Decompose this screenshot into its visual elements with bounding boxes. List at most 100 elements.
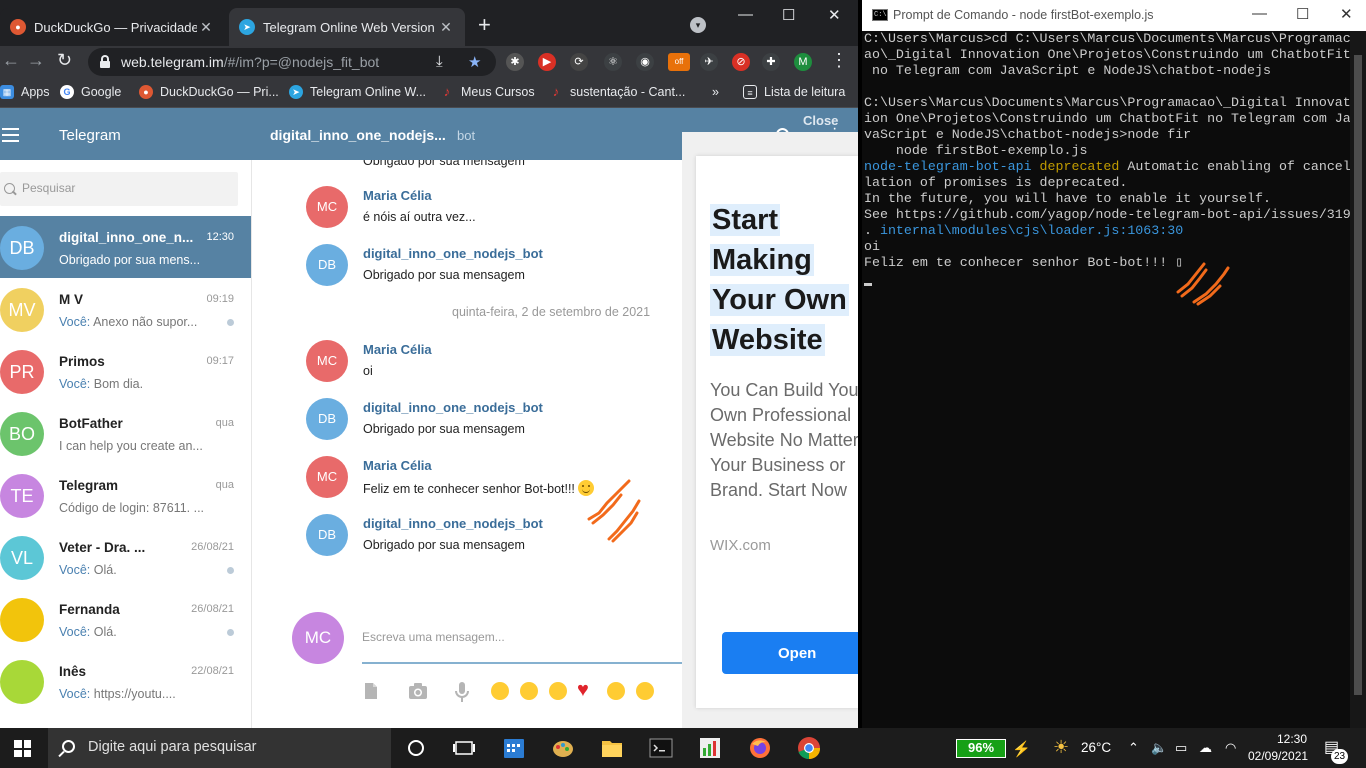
back-icon[interactable]: ← xyxy=(2,50,20,71)
message-author[interactable]: Maria Célia xyxy=(363,188,432,203)
minimize-icon[interactable]: — xyxy=(738,6,753,23)
scrollbar[interactable] xyxy=(1350,31,1366,728)
scrollbar-thumb[interactable] xyxy=(1354,55,1362,695)
lock-icon[interactable] xyxy=(100,55,110,68)
avatar[interactable]: MC xyxy=(306,456,348,498)
hamburger-menu-icon[interactable] xyxy=(2,128,19,142)
install-app-icon[interactable]: ⤓ xyxy=(436,53,443,70)
chart-app-icon[interactable] xyxy=(698,736,722,760)
message-item[interactable]: DB digital_inno_one_nodejs_bot Obrigado po… xyxy=(252,244,692,298)
extension-icon[interactable]: ⟳ xyxy=(570,53,588,71)
reading-list[interactable]: ≡ Lista de leitura xyxy=(743,85,845,99)
extension-icon[interactable]: ◉ xyxy=(636,53,654,71)
message-author[interactable]: Maria Célia xyxy=(363,342,432,357)
bookmark-star-icon[interactable]: ★ xyxy=(468,53,481,71)
command-prompt-taskbar-icon[interactable] xyxy=(649,736,673,760)
search-input[interactable] xyxy=(22,181,222,195)
reload-icon[interactable]: ↻ xyxy=(57,50,72,71)
firefox-icon[interactable] xyxy=(748,736,772,760)
extension-icon[interactable]: ✈ xyxy=(700,53,718,71)
wifi-icon[interactable]: ◠ xyxy=(1225,740,1236,756)
react-devtools-icon[interactable]: ⚛ xyxy=(604,53,622,71)
calendar-icon[interactable] xyxy=(502,736,526,760)
cmd-output[interactable]: C:\Users\Marcus>cd C:\Users\Marcus\Docum… xyxy=(864,31,1351,271)
dialog-item[interactable]: Inês 22/08/21 Você: https://youtu.... xyxy=(0,650,251,712)
close-tab-icon[interactable]: ✕ xyxy=(197,19,215,36)
video-extension-icon[interactable]: ▶ xyxy=(538,53,556,71)
bookmarks-overflow[interactable]: » xyxy=(712,85,719,99)
windows-start-icon[interactable] xyxy=(14,740,31,757)
message-author[interactable]: digital_inno_one_nodejs_bot xyxy=(363,246,543,261)
weather-temperature[interactable]: 26°C xyxy=(1081,740,1111,755)
taskbar-search[interactable] xyxy=(48,728,391,768)
maximize-icon[interactable]: ☐ xyxy=(782,6,795,24)
smile-emoji-icon[interactable] xyxy=(491,682,509,700)
dialog-item[interactable]: PR Primos 09:17 Você: Bom dia. xyxy=(0,340,251,402)
address-bar[interactable]: web.telegram.im/#/im?p=@nodejs_fit_bot ⤓… xyxy=(88,48,496,76)
puzzle-icon[interactable]: ✚ xyxy=(762,53,780,71)
bookmark-meus-cursos[interactable]: ♪ Meus Cursos xyxy=(440,85,535,100)
clock-date[interactable]: 02/09/2021 xyxy=(1248,749,1308,763)
extension-icon[interactable]: ⊘ xyxy=(732,53,750,71)
battery-indicator[interactable]: 96% xyxy=(956,739,1006,758)
close-window-icon[interactable]: ✕ xyxy=(1340,5,1353,23)
menu-dots-icon[interactable]: ⋮ xyxy=(830,50,848,71)
url-text[interactable]: web.telegram.im/#/im?p=@nodejs_fit_bot xyxy=(121,54,379,70)
chrome-icon[interactable] xyxy=(797,736,821,760)
avatar[interactable]: MC xyxy=(306,340,348,382)
bookmark-sustentacao[interactable]: ♪ sustentação - Cant... xyxy=(549,85,686,100)
message-author[interactable]: digital_inno_one_nodejs_bot xyxy=(363,516,543,531)
clock-time[interactable]: 12:30 xyxy=(1277,732,1307,746)
chevron-up-icon[interactable]: ⌃ xyxy=(1128,740,1139,756)
close-tab-icon[interactable]: ✕ xyxy=(437,19,455,36)
forward-icon[interactable]: → xyxy=(27,50,45,71)
dialog-item[interactable]: BO BotFather qua I can help you create an..… xyxy=(0,402,251,464)
dialog-item[interactable]: DB digital_inno_one_n... 12:30 Obrigado por… xyxy=(0,216,251,278)
weather-sun-icon[interactable]: ☀ xyxy=(1053,737,1069,758)
tab-duckduckgo[interactable]: ● DuckDuckGo — Privacidade simp ✕ xyxy=(0,8,225,46)
heart-eyes-emoji-icon[interactable] xyxy=(607,682,625,700)
dialog-item[interactable]: MV M V 09:19 Você: Anexo não supor... xyxy=(0,278,251,340)
tab-search-icon[interactable]: ▾ xyxy=(690,17,706,33)
dialog-item[interactable]: TE Telegram qua Código de login: 87611. ... xyxy=(0,464,251,526)
bookmark-google[interactable]: G Google xyxy=(60,85,121,99)
cloud-icon[interactable]: ☁ xyxy=(1199,740,1212,756)
profile-avatar[interactable]: M xyxy=(794,53,812,71)
dialog-item[interactable]: Fernanda 26/08/21 Você: Olá. xyxy=(0,588,251,650)
close-window-icon[interactable]: ✕ xyxy=(828,6,841,24)
message-author[interactable]: digital_inno_one_nodejs_bot xyxy=(363,400,543,415)
heart-emoji-icon[interactable]: ♥ xyxy=(577,679,589,702)
battery-tray-icon[interactable]: ▭ xyxy=(1175,740,1187,756)
ad-open-button[interactable]: Open xyxy=(722,632,858,674)
kissing-face-emoji-icon[interactable] xyxy=(549,682,567,700)
cortana-icon[interactable] xyxy=(404,736,428,760)
minimize-icon[interactable]: — xyxy=(1252,5,1267,22)
task-view-icon[interactable] xyxy=(452,736,476,760)
bookmark-apps[interactable]: ▦ Apps xyxy=(0,85,50,99)
microphone-icon[interactable] xyxy=(455,682,469,702)
message-item[interactable]: DB digital_inno_one_nodejs_bot Obrigado po… xyxy=(252,398,692,452)
avatar[interactable]: DB xyxy=(306,244,348,286)
taskbar-search-input[interactable] xyxy=(88,739,378,755)
cmd-title-bar[interactable]: C:\ Prompt de Comando - node firstBot-ex… xyxy=(862,0,1366,31)
dialog-item[interactable]: VL Veter - Dra. ... 26/08/21 Você: Olá. xyxy=(0,526,251,588)
ad-block-extension-icon[interactable]: off xyxy=(668,53,690,71)
bookmark-duckduckgo[interactable]: ● DuckDuckGo — Pri... xyxy=(139,85,279,99)
new-tab-button[interactable]: + xyxy=(478,14,491,36)
extension-icon[interactable]: ✱ xyxy=(506,53,524,71)
ad-close-button[interactable]: Close xyxy=(803,113,838,128)
tears-of-joy-emoji-icon[interactable] xyxy=(520,682,538,700)
message-input[interactable] xyxy=(362,612,692,664)
message-item[interactable]: Obrigado por sua mensagem xyxy=(252,160,692,184)
file-explorer-icon[interactable] xyxy=(600,736,624,760)
message-item[interactable]: MC Maria Célia oi xyxy=(252,340,692,394)
maximize-icon[interactable]: ☐ xyxy=(1296,5,1309,23)
message-author[interactable]: Maria Célia xyxy=(363,458,432,473)
bookmark-telegram[interactable]: ➤ Telegram Online W... xyxy=(289,85,426,99)
avatar[interactable]: MC xyxy=(306,186,348,228)
chat-peer-name[interactable]: digital_inno_one_nodejs... xyxy=(270,127,446,143)
camera-icon[interactable] xyxy=(408,682,428,700)
attach-file-icon[interactable] xyxy=(362,682,380,700)
tab-telegram[interactable]: ➤ Telegram Online Web Version ✕ xyxy=(229,8,465,46)
grinning-emoji-icon[interactable] xyxy=(636,682,654,700)
